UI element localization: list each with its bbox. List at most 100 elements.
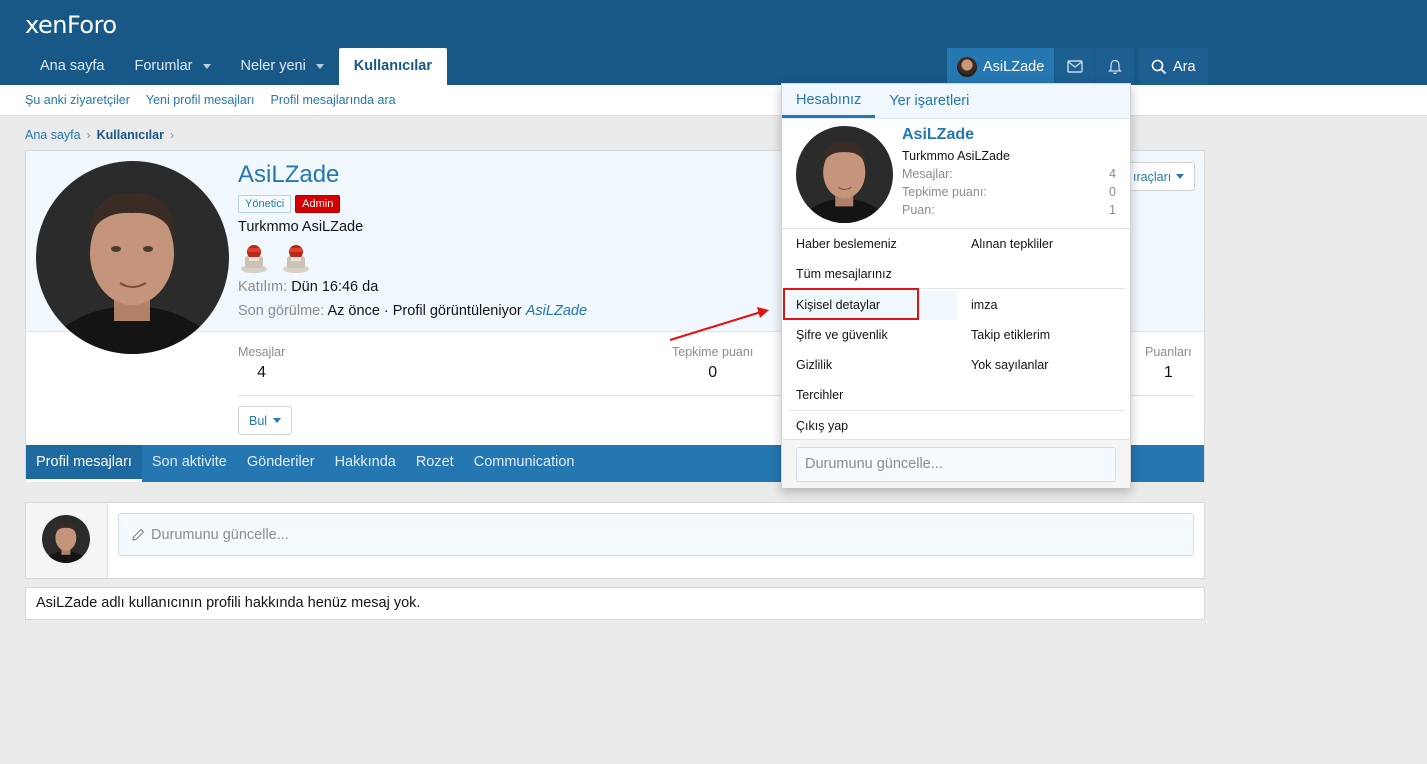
subnav-new-profile-posts[interactable]: Yeni profil mesajları bbox=[146, 93, 255, 107]
alerts-button[interactable] bbox=[1094, 48, 1135, 85]
breadcrumb: Ana sayfa › Kullanıcılar › bbox=[25, 128, 174, 142]
menu-item-your-content[interactable]: Tüm mesajlarınız bbox=[796, 267, 892, 281]
stat-points[interactable]: Puanları 1 bbox=[1145, 345, 1192, 382]
menu-item-logout[interactable]: Çıkış yap bbox=[796, 419, 848, 433]
nav-tab-home-label: Ana sayfa bbox=[40, 58, 105, 74]
menu-user-title: Turkmmo AsiLZade bbox=[902, 149, 1010, 163]
menu-item-privacy[interactable]: Gizlilik bbox=[796, 358, 832, 372]
find-button-label: Bul bbox=[249, 413, 268, 428]
user-title: Turkmmo AsiLZade bbox=[238, 219, 364, 235]
breadcrumb-home[interactable]: Ana sayfa bbox=[25, 128, 81, 142]
search-icon bbox=[1151, 59, 1167, 74]
tab-bookmarks[interactable]: Yer işaretleri bbox=[875, 84, 983, 118]
account-menu-tabs: Hesabınız Yer işaretleri bbox=[782, 84, 1130, 119]
nav-tab-forums[interactable]: Forumlar bbox=[120, 48, 226, 85]
menu-status-input[interactable]: Durumunu güncelle... bbox=[796, 447, 1116, 482]
menu-item-news-feed[interactable]: Haber beslemeniz bbox=[796, 237, 897, 251]
main-nav: Ana sayfa Forumlar Neler yeni Kullanıcıl… bbox=[25, 48, 447, 85]
status-update-box: Durumunu güncelle... bbox=[25, 502, 1205, 579]
account-button[interactable]: AsiLZade bbox=[947, 48, 1055, 85]
last-seen-link[interactable]: AsiLZade bbox=[526, 303, 587, 319]
menu-item-preferences[interactable]: Tercihler bbox=[796, 388, 843, 402]
joined-date: Katılım: Dün 16:46 da bbox=[238, 279, 378, 295]
stat-reaction-label: Tepkime puanı bbox=[672, 345, 754, 359]
subnav-current-visitors[interactable]: Şu anki ziyaretçiler bbox=[25, 93, 130, 107]
profile-username[interactable]: AsiLZade bbox=[238, 161, 339, 189]
chevron-right-icon: › bbox=[86, 128, 91, 142]
trophy-icon[interactable] bbox=[280, 242, 312, 274]
breadcrumb-members[interactable]: Kullanıcılar bbox=[97, 128, 164, 142]
chevron-right-icon: › bbox=[169, 128, 174, 142]
avatar bbox=[957, 56, 977, 77]
menu-username[interactable]: AsiLZade bbox=[902, 126, 974, 144]
nav-tab-members-label: Kullanıcılar bbox=[353, 58, 432, 74]
stat-reaction-value: 0 bbox=[708, 364, 718, 381]
user-badge-admin: Admin bbox=[295, 195, 341, 213]
menu-item-password-security[interactable]: Şifre ve güvenlik bbox=[796, 328, 888, 342]
empty-profile-message: AsiLZade adlı kullanıcının profili hakkı… bbox=[25, 587, 1205, 620]
status-input[interactable]: Durumunu güncelle... bbox=[118, 513, 1194, 556]
trophy-list bbox=[238, 242, 312, 274]
stat-messages-value: 4 bbox=[257, 364, 267, 381]
nav-tab-home[interactable]: Ana sayfa bbox=[25, 48, 120, 85]
inbox-button[interactable] bbox=[1054, 48, 1095, 85]
menu-stat-value: 0 bbox=[1109, 185, 1116, 199]
tools-button-label: ıraçları bbox=[1133, 169, 1172, 184]
menu-item-ignoring[interactable]: Yok sayılanlar bbox=[971, 358, 1048, 372]
tab-badge[interactable]: Rozet bbox=[406, 445, 464, 482]
last-seen: Son görülme: Az önce · Profil görüntülen… bbox=[238, 303, 587, 319]
chevron-down-icon[interactable] bbox=[315, 64, 324, 69]
user-area: AsiLZade bbox=[947, 48, 1135, 85]
nav-tab-whats-new[interactable]: Neler yeni bbox=[226, 48, 339, 85]
chevron-down-icon bbox=[273, 418, 282, 423]
search-button[interactable]: Ara bbox=[1139, 48, 1208, 85]
avatar[interactable] bbox=[796, 126, 893, 223]
site-logo[interactable]: xenForo bbox=[25, 11, 117, 39]
menu-item-signature[interactable]: imza bbox=[971, 298, 997, 312]
profile-avatar[interactable] bbox=[36, 161, 229, 354]
user-badge-staff: Yönetici bbox=[238, 195, 292, 213]
tab-about[interactable]: Hakkında bbox=[325, 445, 406, 482]
chevron-down-icon bbox=[1176, 174, 1185, 179]
menu-stat-label: Tepkime puanı: bbox=[902, 185, 987, 199]
tab-latest-activity[interactable]: Son aktivite bbox=[142, 445, 237, 482]
menu-item-account-details[interactable]: Kişisel detaylar bbox=[789, 291, 957, 320]
search-label: Ara bbox=[1173, 58, 1196, 75]
menu-stat-points: Puan: 1 bbox=[902, 203, 1116, 217]
tab-postings[interactable]: Gönderiler bbox=[237, 445, 325, 482]
joined-label: Katılım: bbox=[238, 279, 288, 295]
find-button[interactable]: Bul bbox=[238, 406, 293, 435]
stat-messages[interactable]: Mesajlar 4 bbox=[238, 345, 285, 382]
menu-stat-value: 1 bbox=[1109, 203, 1116, 217]
nav-tab-whats-new-label: Neler yeni bbox=[240, 58, 306, 74]
joined-value: Dün 16:46 da bbox=[291, 279, 379, 295]
stat-points-value: 1 bbox=[1163, 364, 1173, 381]
tab-profile-posts[interactable]: Profil mesajları bbox=[26, 445, 142, 482]
avatar[interactable] bbox=[42, 515, 90, 563]
account-menu: Hesabınız Yer işaretleri AsiLZade Turkmm… bbox=[781, 83, 1131, 488]
menu-item-following[interactable]: Takip etiklerim bbox=[971, 328, 1050, 342]
trophy-icon[interactable] bbox=[238, 242, 270, 274]
sub-nav: Şu anki ziyaretçiler Yeni profil mesajla… bbox=[0, 85, 1427, 116]
subnav-search-profile-posts[interactable]: Profil mesajlarında ara bbox=[271, 93, 396, 107]
stat-reaction-score[interactable]: Tepkime puanı 0 bbox=[672, 345, 753, 382]
envelope-icon bbox=[1067, 60, 1083, 73]
tab-communication[interactable]: Communication bbox=[464, 445, 585, 482]
site-header: xenForo Ana sayfa Forumlar Neler yeni Ku… bbox=[0, 0, 1427, 85]
stat-points-label: Puanları bbox=[1145, 345, 1192, 359]
status-avatar-cell bbox=[26, 503, 108, 578]
tab-your-account[interactable]: Hesabınız bbox=[782, 84, 876, 118]
menu-stat-label: Mesajlar: bbox=[902, 167, 953, 181]
pencil-icon bbox=[132, 528, 145, 541]
tools-button[interactable]: ıraçları bbox=[1122, 162, 1196, 191]
nav-tab-members[interactable]: Kullanıcılar bbox=[338, 48, 447, 85]
menu-item-reactions-received[interactable]: Alınan tepkliler bbox=[971, 237, 1053, 251]
last-seen-value: Az önce · Profil görüntüleniyor bbox=[327, 303, 522, 319]
nav-tab-forums-label: Forumlar bbox=[134, 58, 193, 74]
menu-stat-label: Puan: bbox=[902, 203, 935, 217]
divider bbox=[782, 228, 1130, 229]
status-placeholder: Durumunu güncelle... bbox=[151, 526, 289, 543]
menu-stat-reaction: Tepkime puanı: 0 bbox=[902, 185, 1116, 199]
chevron-down-icon[interactable] bbox=[202, 64, 211, 69]
divider bbox=[789, 410, 1125, 411]
